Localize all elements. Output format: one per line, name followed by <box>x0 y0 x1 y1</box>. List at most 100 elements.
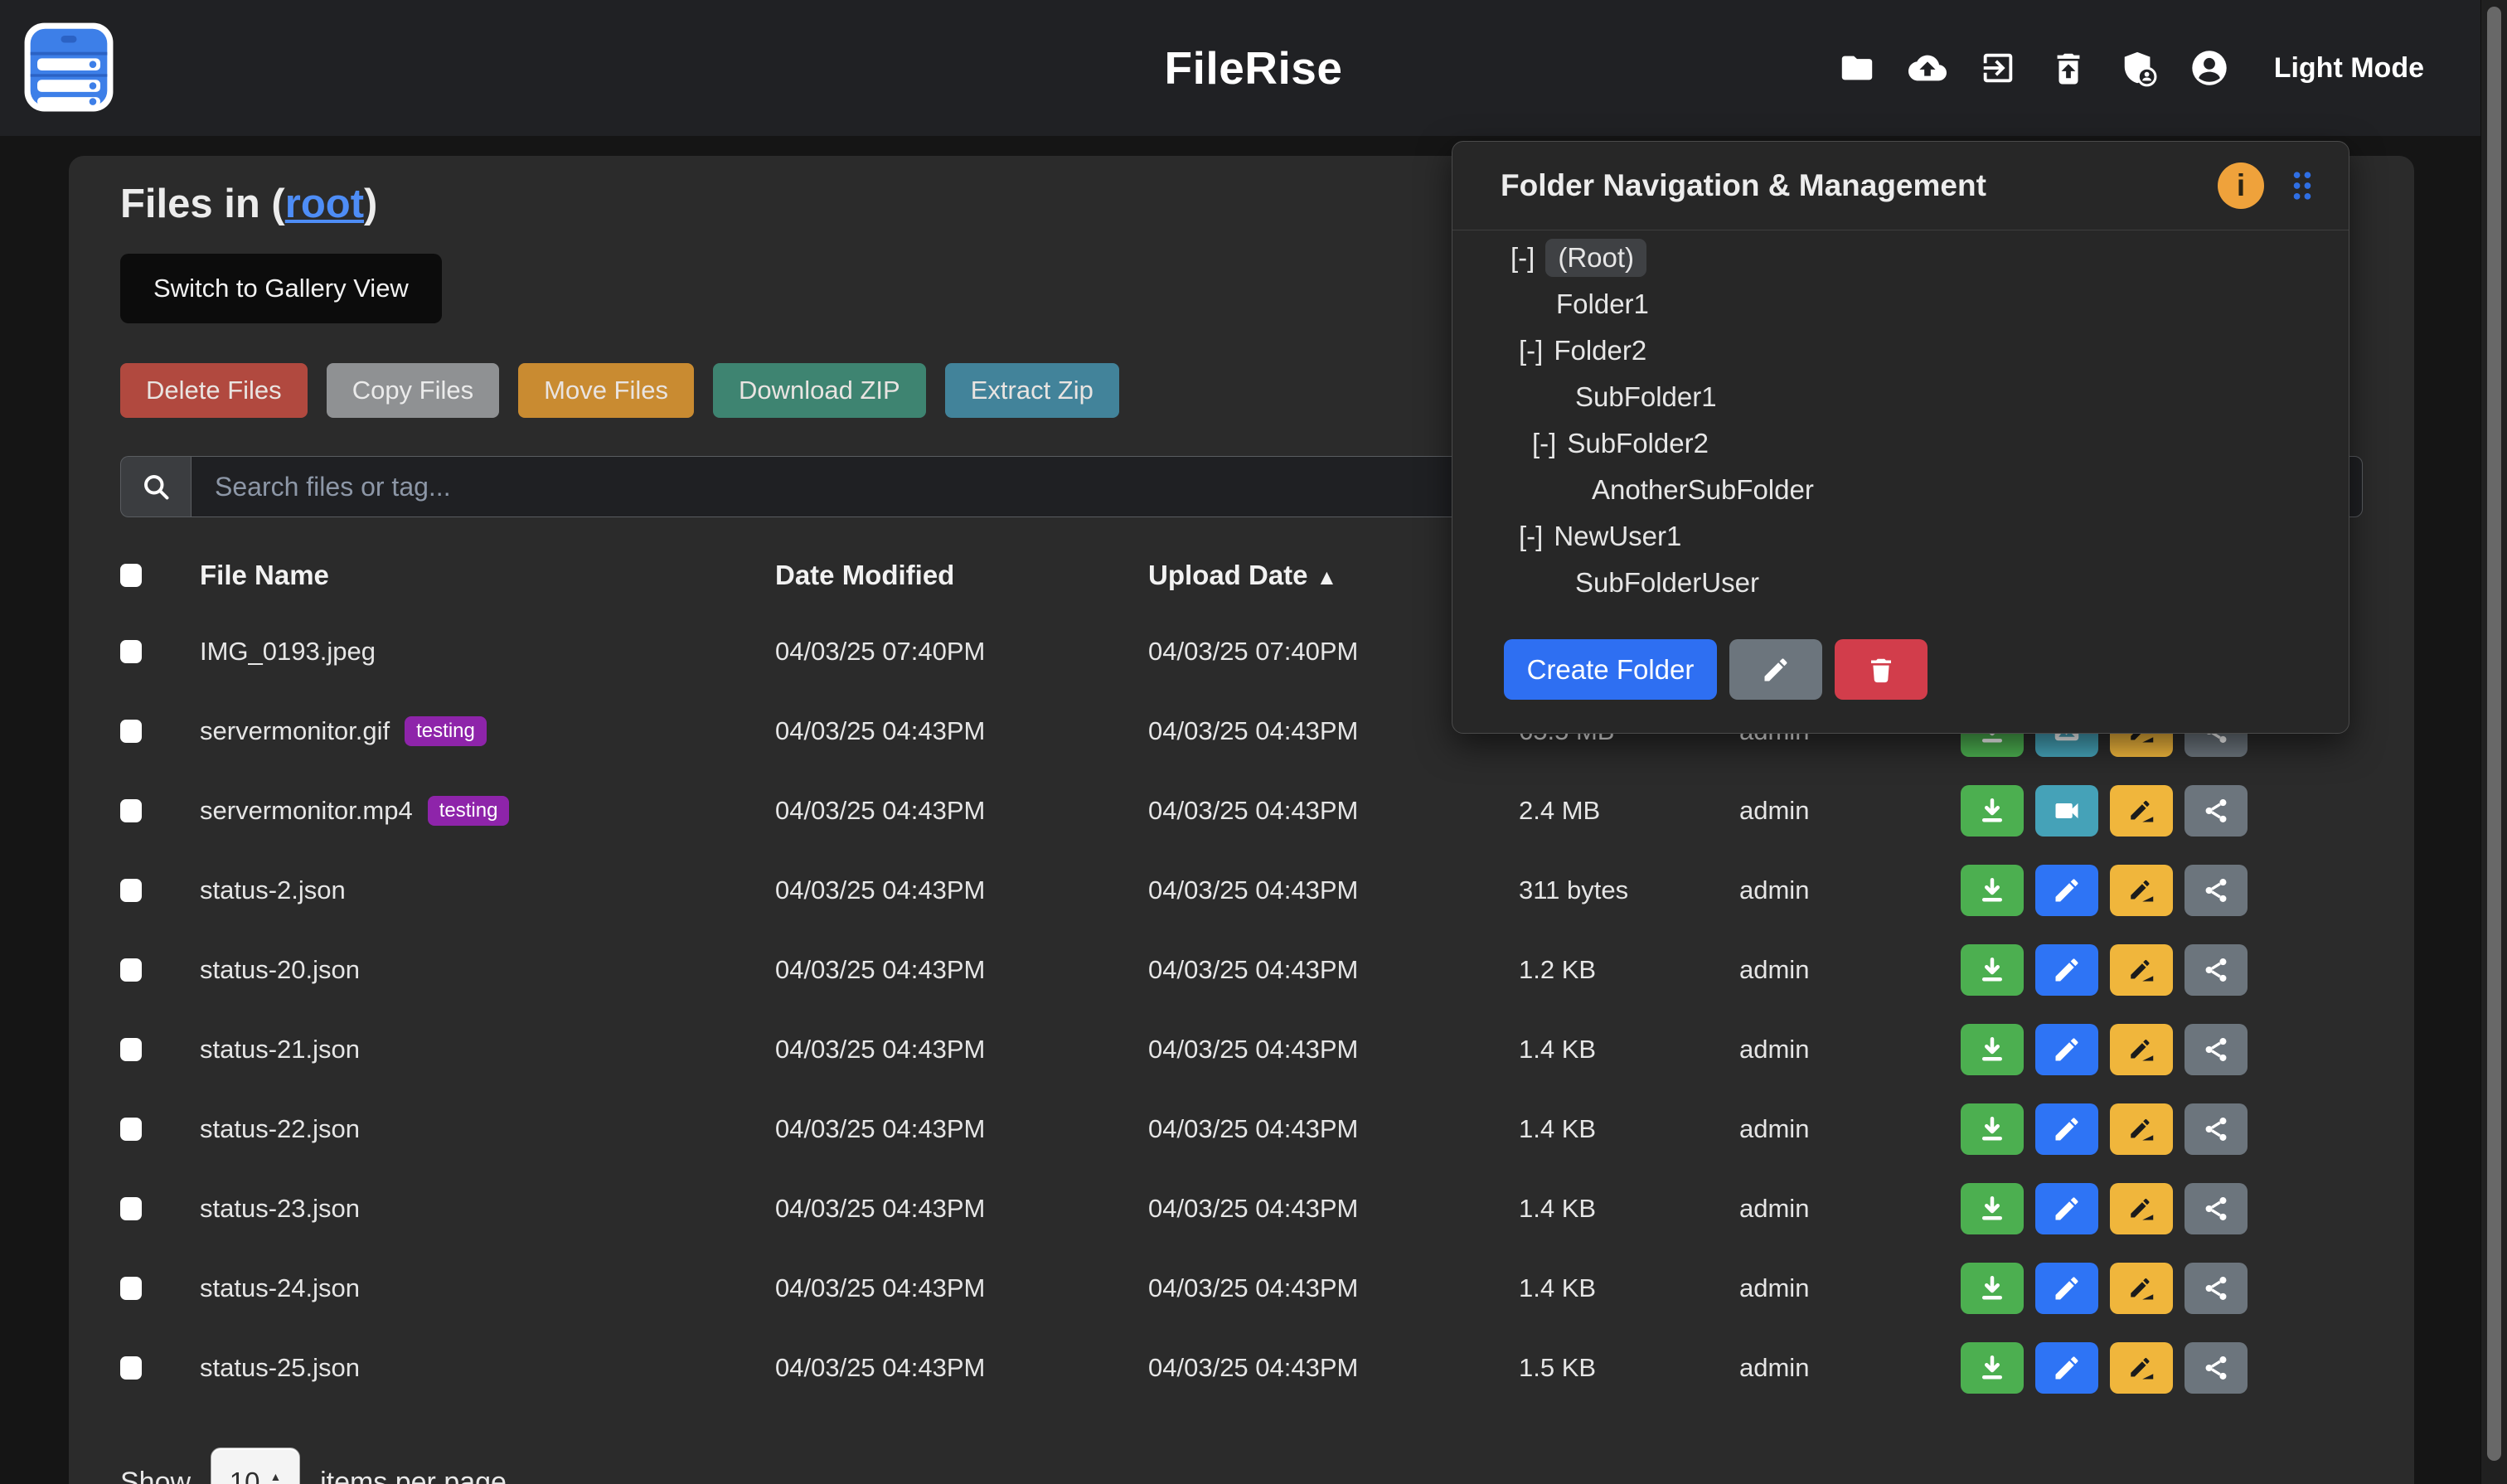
row-checkbox[interactable] <box>120 1038 142 1061</box>
file-name: status-2.json <box>200 875 346 905</box>
delete-folder-button[interactable] <box>1835 639 1928 700</box>
preview-button[interactable] <box>2035 785 2098 837</box>
tree-item-root[interactable]: [-](Root) <box>1452 235 2349 281</box>
file-name: status-20.json <box>200 955 360 985</box>
edit-button[interactable] <box>2035 944 2098 996</box>
edit-button[interactable] <box>2035 1263 2098 1314</box>
folder-panel-header: Folder Navigation & Management i <box>1452 142 2349 230</box>
select-all-checkbox[interactable] <box>120 564 142 587</box>
row-checkbox[interactable] <box>120 1197 142 1220</box>
rename-button[interactable] <box>2110 785 2173 837</box>
uploader: admin <box>1739 1114 1961 1144</box>
info-icon[interactable]: i <box>2218 162 2264 209</box>
edit-button[interactable] <box>2035 1183 2098 1234</box>
file-tag: testing <box>405 716 487 746</box>
download-button[interactable] <box>1961 785 2024 837</box>
download-button[interactable] <box>1961 865 2024 916</box>
logout-icon[interactable] <box>1979 49 2017 87</box>
tree-item-newuser1[interactable]: [-]NewUser1 <box>1452 513 2349 560</box>
items-per-page-select[interactable]: 10 ▲▼ <box>211 1448 300 1484</box>
theme-toggle[interactable]: Light Mode <box>2269 51 2429 85</box>
cloud-upload-icon[interactable] <box>1908 49 1947 87</box>
tree-item-subfolder1[interactable]: SubFolder1 <box>1452 374 2349 420</box>
edit-button[interactable] <box>2035 1024 2098 1075</box>
scrollbar-track[interactable] <box>2480 0 2507 1484</box>
download-button[interactable] <box>1961 1263 2024 1314</box>
delete-files-button[interactable]: Delete Files <box>120 363 308 418</box>
upload-date: 04/03/25 04:43PM <box>1148 1194 1519 1224</box>
root-folder-link[interactable]: root <box>285 182 364 226</box>
rename-button[interactable] <box>2110 1342 2173 1394</box>
row-checkbox[interactable] <box>120 720 142 743</box>
tree-item-folder1[interactable]: Folder1 <box>1452 281 2349 327</box>
rename-button[interactable] <box>2110 944 2173 996</box>
row-checkbox[interactable] <box>120 640 142 663</box>
share-button[interactable] <box>2185 785 2248 837</box>
share-button[interactable] <box>2185 1103 2248 1155</box>
rename-button[interactable] <box>2110 1024 2173 1075</box>
row-checkbox[interactable] <box>120 1277 142 1300</box>
share-button[interactable] <box>2185 1183 2248 1234</box>
search-icon <box>120 456 191 517</box>
share-button[interactable] <box>2185 865 2248 916</box>
date-modified: 04/03/25 04:43PM <box>775 1273 1148 1303</box>
share-button[interactable] <box>2185 1024 2248 1075</box>
file-size: 2.4 MB <box>1519 796 1739 826</box>
upload-date: 04/03/25 04:43PM <box>1148 1353 1519 1383</box>
file-size: 1.4 KB <box>1519 1273 1739 1303</box>
table-row: status-22.json 04/03/25 04:43PM 04/03/25… <box>69 1089 2414 1169</box>
rename-button[interactable] <box>2110 1263 2173 1314</box>
copy-files-button[interactable]: Copy Files <box>327 363 499 418</box>
uploader: admin <box>1739 1194 1961 1224</box>
row-checkbox[interactable] <box>120 799 142 822</box>
tree-item-anothersubfolder[interactable]: AnotherSubFolder <box>1452 467 2349 513</box>
scrollbar-thumb[interactable] <box>2487 7 2501 1461</box>
file-size: 1.4 KB <box>1519 1035 1739 1065</box>
page-title-prefix: Files in ( <box>120 182 285 226</box>
drag-handle-icon[interactable] <box>2284 167 2320 204</box>
tree-item-label: SubFolderUser <box>1575 567 1759 599</box>
download-button[interactable] <box>1961 944 2024 996</box>
rename-button[interactable] <box>2110 1103 2173 1155</box>
row-checkbox[interactable] <box>120 958 142 982</box>
account-icon[interactable] <box>2190 49 2228 87</box>
extract-zip-button[interactable]: Extract Zip <box>945 363 1119 418</box>
trash-restore-icon[interactable] <box>2049 49 2088 87</box>
download-button[interactable] <box>1961 1024 2024 1075</box>
rename-folder-button[interactable] <box>1729 639 1822 700</box>
table-row: status-21.json 04/03/25 04:43PM 04/03/25… <box>69 1010 2414 1089</box>
share-button[interactable] <box>2185 944 2248 996</box>
edit-button[interactable] <box>2035 1342 2098 1394</box>
date-modified: 04/03/25 04:43PM <box>775 955 1148 985</box>
create-folder-button[interactable]: Create Folder <box>1504 639 1717 700</box>
row-checkbox[interactable] <box>120 879 142 902</box>
row-checkbox[interactable] <box>120 1118 142 1141</box>
download-button[interactable] <box>1961 1342 2024 1394</box>
column-header-file-name[interactable]: File Name <box>200 560 775 591</box>
download-button[interactable] <box>1961 1183 2024 1234</box>
items-per-page-label: items per page <box>320 1467 507 1484</box>
shield-user-icon[interactable] <box>2120 49 2158 87</box>
share-button[interactable] <box>2185 1263 2248 1314</box>
switch-gallery-button[interactable]: Switch to Gallery View <box>120 254 442 323</box>
table-row: status-25.json 04/03/25 04:43PM 04/03/25… <box>69 1328 2414 1408</box>
share-button[interactable] <box>2185 1342 2248 1394</box>
row-checkbox[interactable] <box>120 1356 142 1380</box>
edit-button[interactable] <box>2035 865 2098 916</box>
edit-button[interactable] <box>2035 1103 2098 1155</box>
folder-panel: Folder Navigation & Management i [-](Roo… <box>1452 141 2349 734</box>
tree-item-subfolderuser[interactable]: SubFolderUser <box>1452 560 2349 606</box>
rename-button[interactable] <box>2110 1183 2173 1234</box>
move-files-button[interactable]: Move Files <box>518 363 694 418</box>
tree-item-folder2[interactable]: [-]Folder2 <box>1452 327 2349 374</box>
download-button[interactable] <box>1961 1103 2024 1155</box>
column-header-date-modified[interactable]: Date Modified <box>775 560 1148 591</box>
page-title: Files in (root) <box>120 181 377 227</box>
folder-icon[interactable] <box>1838 49 1876 87</box>
tree-item-subfolder2[interactable]: [-]SubFolder2 <box>1452 420 2349 467</box>
uploader: admin <box>1739 1353 1961 1383</box>
download-zip-button[interactable]: Download ZIP <box>713 363 926 418</box>
file-name: status-23.json <box>200 1194 360 1224</box>
rename-button[interactable] <box>2110 865 2173 916</box>
table-row: status-23.json 04/03/25 04:43PM 04/03/25… <box>69 1169 2414 1249</box>
